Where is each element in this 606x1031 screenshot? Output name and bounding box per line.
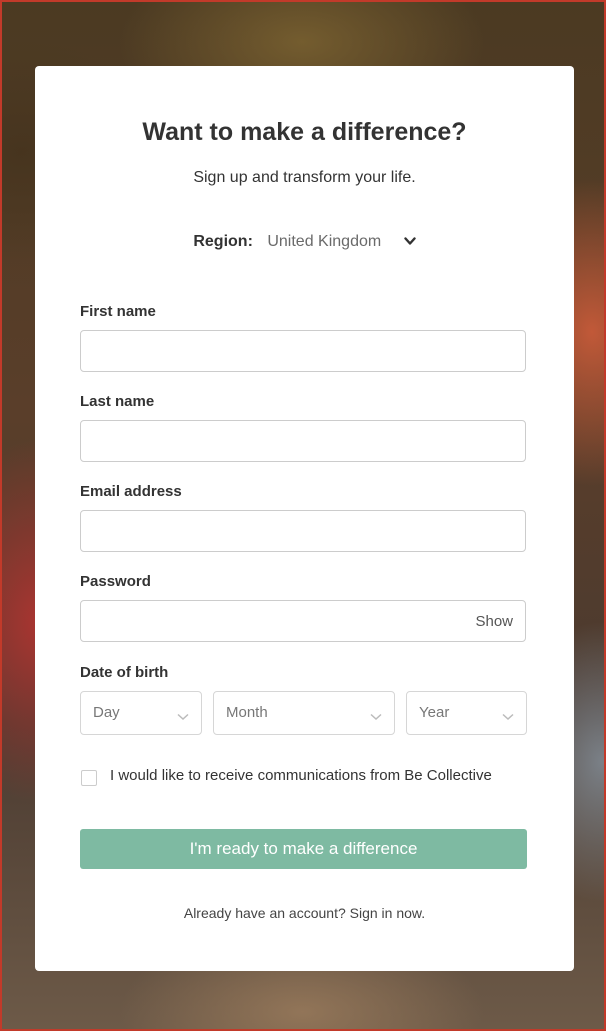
day-select[interactable]: Day: [80, 691, 202, 735]
password-label: Password: [80, 573, 151, 590]
page-title: Want to make a difference?: [142, 118, 467, 146]
show-password-button[interactable]: Show: [475, 613, 513, 630]
email-field[interactable]: [80, 510, 526, 552]
month-select-value: Month: [226, 704, 268, 721]
communications-checkbox[interactable]: [81, 770, 97, 786]
chevron-down-icon[interactable]: [403, 233, 416, 251]
chevron-down-icon: [177, 708, 189, 726]
password-field[interactable]: Show: [80, 600, 526, 642]
signup-card: Want to make a difference? Sign up and t…: [35, 66, 574, 971]
communications-label[interactable]: I would like to receive communications f…: [110, 767, 492, 784]
chevron-down-icon: [502, 708, 514, 726]
submit-button[interactable]: I'm ready to make a difference: [80, 829, 527, 869]
sign-in-link[interactable]: Already have an account? Sign in now.: [35, 905, 574, 921]
date-of-birth-label: Date of birth: [80, 664, 169, 681]
last-name-label: Last name: [80, 393, 155, 410]
first-name-label: First name: [80, 303, 156, 320]
region-label: Region:: [193, 233, 253, 251]
year-select[interactable]: Year: [406, 691, 527, 735]
last-name-field[interactable]: [80, 420, 526, 462]
day-select-value: Day: [93, 704, 120, 721]
month-select[interactable]: Month: [213, 691, 395, 735]
chevron-down-icon: [370, 708, 382, 726]
page-subtitle: Sign up and transform your life.: [193, 169, 416, 186]
region-selector[interactable]: Region: United Kingdom: [35, 233, 574, 251]
email-label: Email address: [80, 483, 182, 500]
region-value[interactable]: United Kingdom: [267, 233, 381, 250]
year-select-value: Year: [419, 704, 450, 721]
first-name-field[interactable]: [80, 330, 526, 372]
